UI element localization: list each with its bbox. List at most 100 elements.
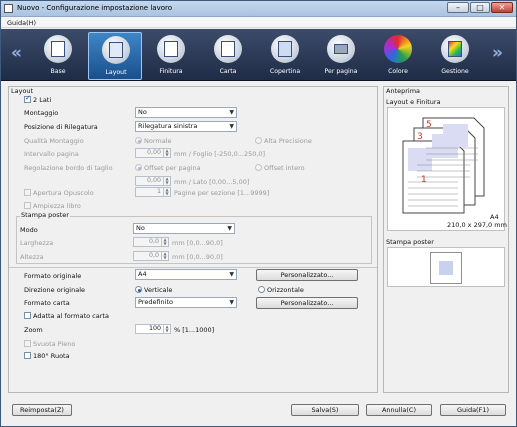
trim-whole-label: Offset intero <box>264 164 305 172</box>
chevron-down-icon: ▼ <box>229 299 234 306</box>
zoom-value: 100 <box>148 325 161 332</box>
zoom-input[interactable]: 100 ▲ ▼ <box>135 324 171 334</box>
tab-color[interactable]: Colore <box>371 32 425 80</box>
original-custom-button[interactable]: Personalizzato... <box>256 269 358 281</box>
book-width-checkbox[interactable] <box>24 202 31 209</box>
binding-position-select[interactable]: Rilegatura sinistra ▼ <box>135 121 237 132</box>
management-icon <box>441 35 469 63</box>
poster-preview <box>387 247 505 287</box>
preview-subtitle: Layout e Finitura <box>386 98 441 106</box>
page-stack-preview: 5 3 1 <box>402 117 485 214</box>
montaggio-select[interactable]: No ▼ <box>135 107 237 118</box>
fit-to-paper-label: Adatta al formato carta <box>33 312 109 320</box>
poster-preview-title: Stampa poster <box>386 238 434 246</box>
spinner-icon[interactable]: ▲ ▼ <box>161 238 168 246</box>
layout-icon <box>102 36 130 64</box>
spinner-icon[interactable]: ▲ ▼ <box>163 188 170 196</box>
landscape-label: Orizzontale <box>267 286 304 294</box>
duplex-checkbox[interactable] <box>24 94 31 103</box>
original-format-value: A4 <box>138 270 147 278</box>
menu-help[interactable]: Guida(H) <box>7 19 36 27</box>
tab-label: Per pagina <box>324 68 358 75</box>
binding-position-value: Rilegatura sinistra <box>138 122 198 130</box>
poster-width-input[interactable]: 0,0 ▲ ▼ <box>133 237 169 247</box>
booklet-checkbox[interactable] <box>24 189 31 196</box>
tab-management[interactable]: Gestione <box>428 32 482 80</box>
booklet-value: 1 <box>156 188 161 195</box>
rotate180-label: 180° Ruota <box>33 352 70 360</box>
tab-cover[interactable]: Copertina <box>258 32 312 80</box>
trim-value-input[interactable]: 0,00 ▲ ▼ <box>135 176 171 186</box>
tab-finishing[interactable]: Finitura <box>144 32 198 80</box>
quality-high-radio[interactable] <box>255 137 262 144</box>
tab-base[interactable]: Base <box>31 32 85 80</box>
paper-format-value: Predefinito <box>138 298 174 306</box>
scroll-right-icon[interactable]: » <box>492 43 503 63</box>
maximize-button[interactable]: □ <box>470 2 490 13</box>
montaggio-label: Montaggio <box>24 109 59 117</box>
poster-height-input[interactable]: 0,0 ▲ ▼ <box>133 251 169 261</box>
montaggio-value: No <box>138 108 147 116</box>
per-page-icon <box>327 35 355 63</box>
tab-label: Colore <box>388 68 408 75</box>
poster-height-unit: mm [0,0...90,0] <box>172 253 223 261</box>
divider <box>9 267 377 268</box>
quality-label: Qualità Montaggio <box>24 137 84 145</box>
poster-mode-label: Modo <box>20 226 38 234</box>
spinner-icon[interactable]: ▲ ▼ <box>161 252 168 260</box>
scroll-left-icon[interactable]: « <box>11 43 22 63</box>
empty-full-checkbox[interactable] <box>24 340 31 347</box>
book-width-label: Ampiezza libro <box>33 202 81 210</box>
original-format-label: Formato originale <box>24 272 82 280</box>
booklet-label: Apertura Opuscolo <box>33 189 94 197</box>
landscape-radio[interactable] <box>258 286 265 293</box>
booklet-unit: Pagine per sezione [1...9999] <box>174 189 270 197</box>
binding-position-label: Posizione di Rilegatura <box>24 123 98 131</box>
cancel-button[interactable]: Annulla(C) <box>366 404 432 416</box>
spinner-icon[interactable]: ▲ ▼ <box>163 325 170 333</box>
cover-icon <box>271 35 299 63</box>
save-button[interactable]: Salva(S) <box>291 404 359 416</box>
tab-label: Carta <box>219 68 237 75</box>
page-interval-unit: mm / Foglio [-250,0...250,0] <box>174 150 266 158</box>
spinner-icon[interactable]: ▲ ▼ <box>163 177 170 185</box>
poster-sheet <box>430 252 462 284</box>
quality-high-label: Alta Precisione <box>264 137 312 145</box>
app-icon <box>4 4 13 13</box>
tab-layout[interactable]: Layout <box>88 32 142 80</box>
portrait-radio[interactable] <box>135 286 142 293</box>
tab-paper[interactable]: Carta <box>201 32 255 80</box>
duplex-label: 2 Lati <box>33 96 52 104</box>
finishing-icon <box>157 35 185 63</box>
fit-to-paper-checkbox[interactable] <box>24 312 31 319</box>
booklet-input[interactable]: 1 ▲ ▼ <box>135 187 171 197</box>
poster-width-label: Larghezza <box>20 239 54 247</box>
trim-value: 0,00 <box>146 177 161 184</box>
trim-whole-radio[interactable] <box>255 164 262 171</box>
chevron-down-icon: ▼ <box>229 109 234 116</box>
empty-full-label: Svuota Pieno <box>33 340 76 348</box>
original-format-select[interactable]: A4 ▼ <box>135 269 237 280</box>
window-title: Nuovo - Configurazione impostazione lavo… <box>17 4 172 12</box>
help-button[interactable]: Guida(F1) <box>440 404 506 416</box>
tab-label: Finitura <box>159 68 183 75</box>
close-button[interactable]: ✕ <box>491 2 513 13</box>
poster-mode-value: No <box>136 224 145 232</box>
trim-per-page-radio[interactable] <box>135 164 142 171</box>
paper-format-select[interactable]: Predefinito ▼ <box>135 297 237 308</box>
paper-custom-button[interactable]: Personalizzato... <box>256 297 358 309</box>
zoom-unit: % [1...1000] <box>174 326 215 334</box>
poster-mode-select[interactable]: No ▼ <box>133 223 235 234</box>
menu-bar: Guida(H) <box>1 17 516 28</box>
tab-per-page[interactable]: Per pagina <box>314 32 368 80</box>
poster-height-value: 0,0 <box>148 252 159 259</box>
trim-label: Regolazione bordo di taglio <box>24 164 113 172</box>
minimize-button[interactable]: – <box>447 2 469 13</box>
quality-normal-radio[interactable] <box>135 137 142 144</box>
tab-label: Layout <box>105 69 127 76</box>
page-interval-input[interactable]: 0,00 ▲ ▼ <box>135 148 171 158</box>
spinner-icon[interactable]: ▲ ▼ <box>163 149 170 157</box>
reset-button[interactable]: Reimposta(Z) <box>12 404 72 416</box>
rotate180-checkbox[interactable] <box>24 352 31 359</box>
poster-width-unit: mm [0,0...90,0] <box>172 239 223 247</box>
